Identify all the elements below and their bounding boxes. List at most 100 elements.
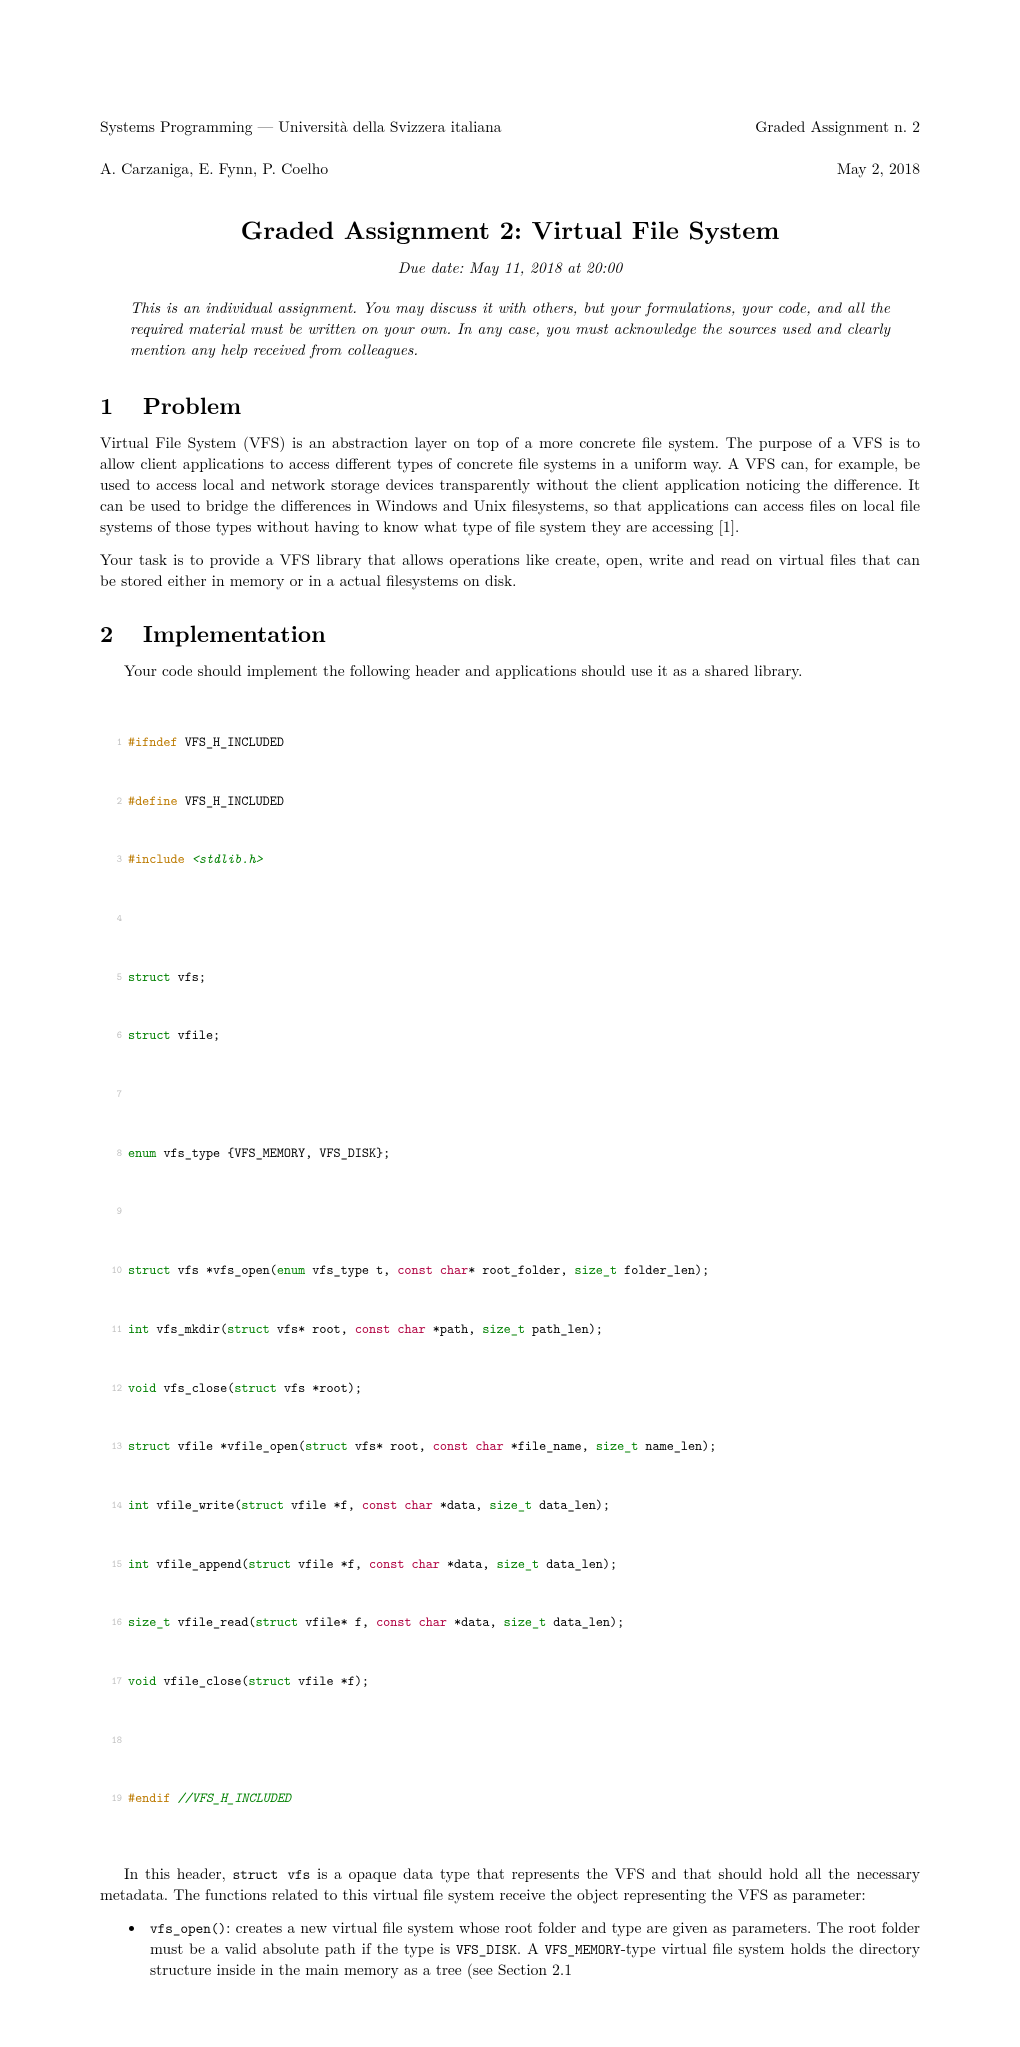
header-left: Systems Programming — Università della S… [100, 96, 502, 180]
keyword: size_t [489, 1496, 532, 1514]
keyword: size_t [575, 1261, 618, 1279]
document-title: Graded Assignment 2: Virtual File System [100, 212, 920, 247]
code-line-7: 7 [100, 1085, 920, 1105]
academic-honesty-notice: This is an individual assignment. You ma… [130, 298, 890, 361]
code-text: vfs_mkdir( [149, 1320, 227, 1338]
keyword: int [128, 1496, 149, 1514]
page: Systems Programming — Università della S… [0, 0, 1020, 2047]
keyword: const char [376, 1613, 447, 1631]
code-text: vfs *vfs_open( [171, 1261, 277, 1279]
inline-code: VFS_DISK [456, 1939, 517, 1959]
line-number: 9 [100, 1202, 122, 1222]
inline-code: struct vfs [233, 1864, 311, 1884]
keyword: enum [277, 1261, 305, 1279]
keyword: const char [369, 1555, 440, 1573]
keyword: const char [355, 1320, 426, 1338]
line-number: 6 [100, 1026, 122, 1046]
line-number: 4 [100, 909, 122, 929]
keyword: size_t [128, 1613, 171, 1631]
keyword: enum [128, 1144, 156, 1162]
keyword: struct [234, 1379, 277, 1397]
code-text: vfs_close( [156, 1379, 234, 1397]
section-2-paragraph-1: Your code should implement the following… [100, 661, 920, 682]
line-number: 3 [100, 850, 122, 870]
section-1-title: Problem [143, 388, 241, 421]
line-number: 8 [100, 1144, 122, 1164]
keyword: int [128, 1555, 149, 1573]
code-line-14: 14int vfile_write(struct vfile *f, const… [100, 1496, 920, 1516]
code-text: data_len); [532, 1496, 610, 1514]
comment: //VFS_H_INCLUDED [178, 1789, 291, 1807]
code-text: *data, [447, 1613, 504, 1631]
keyword: struct [305, 1437, 348, 1455]
section-2-paragraph-2: In this header, struct vfs is a opaque d… [100, 1864, 920, 1906]
keyword: size_t [596, 1437, 639, 1455]
code-text: vfile_close( [156, 1672, 248, 1690]
keyword: struct [241, 1496, 284, 1514]
keyword: const char [433, 1437, 504, 1455]
keyword: const char [397, 1261, 468, 1279]
keyword: void [128, 1672, 156, 1690]
keyword: struct [256, 1613, 299, 1631]
function-list: vfs_open(): creates a new virtual file s… [100, 1918, 920, 1981]
header-right: Graded Assignment n. 2 May 2, 2018 [755, 96, 920, 180]
code-text: vfs* root, [270, 1320, 355, 1338]
code-text: vfs; [171, 968, 206, 986]
keyword: void [128, 1379, 156, 1397]
code-line-10: 10struct vfs *vfs_open(enum vfs_type t, … [100, 1261, 920, 1281]
code-text: folder_len); [617, 1261, 709, 1279]
keyword: const char [362, 1496, 433, 1514]
authors-line: A. Carzaniga, E. Fynn, P. Coelho [100, 158, 328, 179]
code-line-5: 5 struct vfs; [100, 968, 920, 988]
code-line-6: 6struct vfile; [100, 1026, 920, 1046]
code-line-15: 15int vfile_append(struct vfile *f, cons… [100, 1555, 920, 1575]
code-text: vfs_type t, [305, 1261, 397, 1279]
section-1-paragraph-2: Your task is to provide a VFS library th… [100, 550, 920, 592]
code-text: *file_name, [504, 1437, 596, 1455]
line-number: 1 [100, 733, 122, 753]
code-text: vfile *f, [284, 1496, 362, 1514]
section-1-number: 1 [100, 388, 134, 421]
line-number: 14 [100, 1496, 122, 1516]
line-number: 13 [100, 1437, 122, 1457]
code-text: data_len); [546, 1613, 624, 1631]
section-1-paragraph-1: Virtual File System (VFS) is an abstract… [100, 433, 920, 538]
keyword: int [128, 1320, 149, 1338]
code-line-11: 11int vfs_mkdir(struct vfs* root, const … [100, 1320, 920, 1340]
code-text: vfile *f, [291, 1555, 369, 1573]
line-number: 16 [100, 1613, 122, 1633]
code-line-19: 19#endif //VFS_H_INCLUDED [100, 1789, 920, 1809]
code-line-3: 3#include <stdlib.h> [100, 850, 920, 870]
line-number: 5 [100, 968, 122, 988]
keyword: size_t [482, 1320, 525, 1338]
keyword: size_t [504, 1613, 547, 1631]
inline-code: vfs_open() [150, 1918, 226, 1938]
code-line-4: 4 [100, 909, 920, 929]
assignment-number: Graded Assignment n. 2 [755, 116, 920, 137]
page-header: Systems Programming — Università della S… [100, 96, 920, 180]
code-text: vfile_append( [149, 1555, 248, 1573]
line-number: 15 [100, 1555, 122, 1575]
keyword: struct [128, 968, 171, 986]
section-2-heading: 2 Implementation [100, 616, 920, 649]
code-line-1: 1 #ifndef VFS_H_INCLUDED [100, 733, 920, 753]
line-number: 7 [100, 1085, 122, 1105]
code-text: * root_folder, [468, 1261, 574, 1279]
keyword: struct [128, 1261, 171, 1279]
code-line-12: 12void vfs_close(struct vfs *root); [100, 1379, 920, 1399]
code-line-13: 13struct vfile *vfile_open(struct vfs* r… [100, 1437, 920, 1457]
issue-date: May 2, 2018 [837, 158, 920, 179]
code-text: vfile; [171, 1026, 221, 1044]
code-line-2: 2#define VFS_H_INCLUDED [100, 792, 920, 812]
list-item-vfs-open: vfs_open(): creates a new virtual file s… [146, 1918, 920, 1981]
code-text: path_len); [525, 1320, 603, 1338]
code-line-18: 18 [100, 1731, 920, 1751]
code-text: *data, [433, 1496, 490, 1514]
code-text: VFS_H_INCLUDED [178, 733, 284, 751]
code-listing: 1 #ifndef VFS_H_INCLUDED 2#define VFS_H_I… [100, 694, 920, 1848]
line-number: 11 [100, 1320, 122, 1340]
keyword: struct [128, 1437, 171, 1455]
section-2-title: Implementation [143, 616, 326, 649]
preprocessor: #ifndef [128, 733, 178, 751]
code-text: vfs_type {VFS_MEMORY, VFS_DISK}; [156, 1144, 390, 1162]
